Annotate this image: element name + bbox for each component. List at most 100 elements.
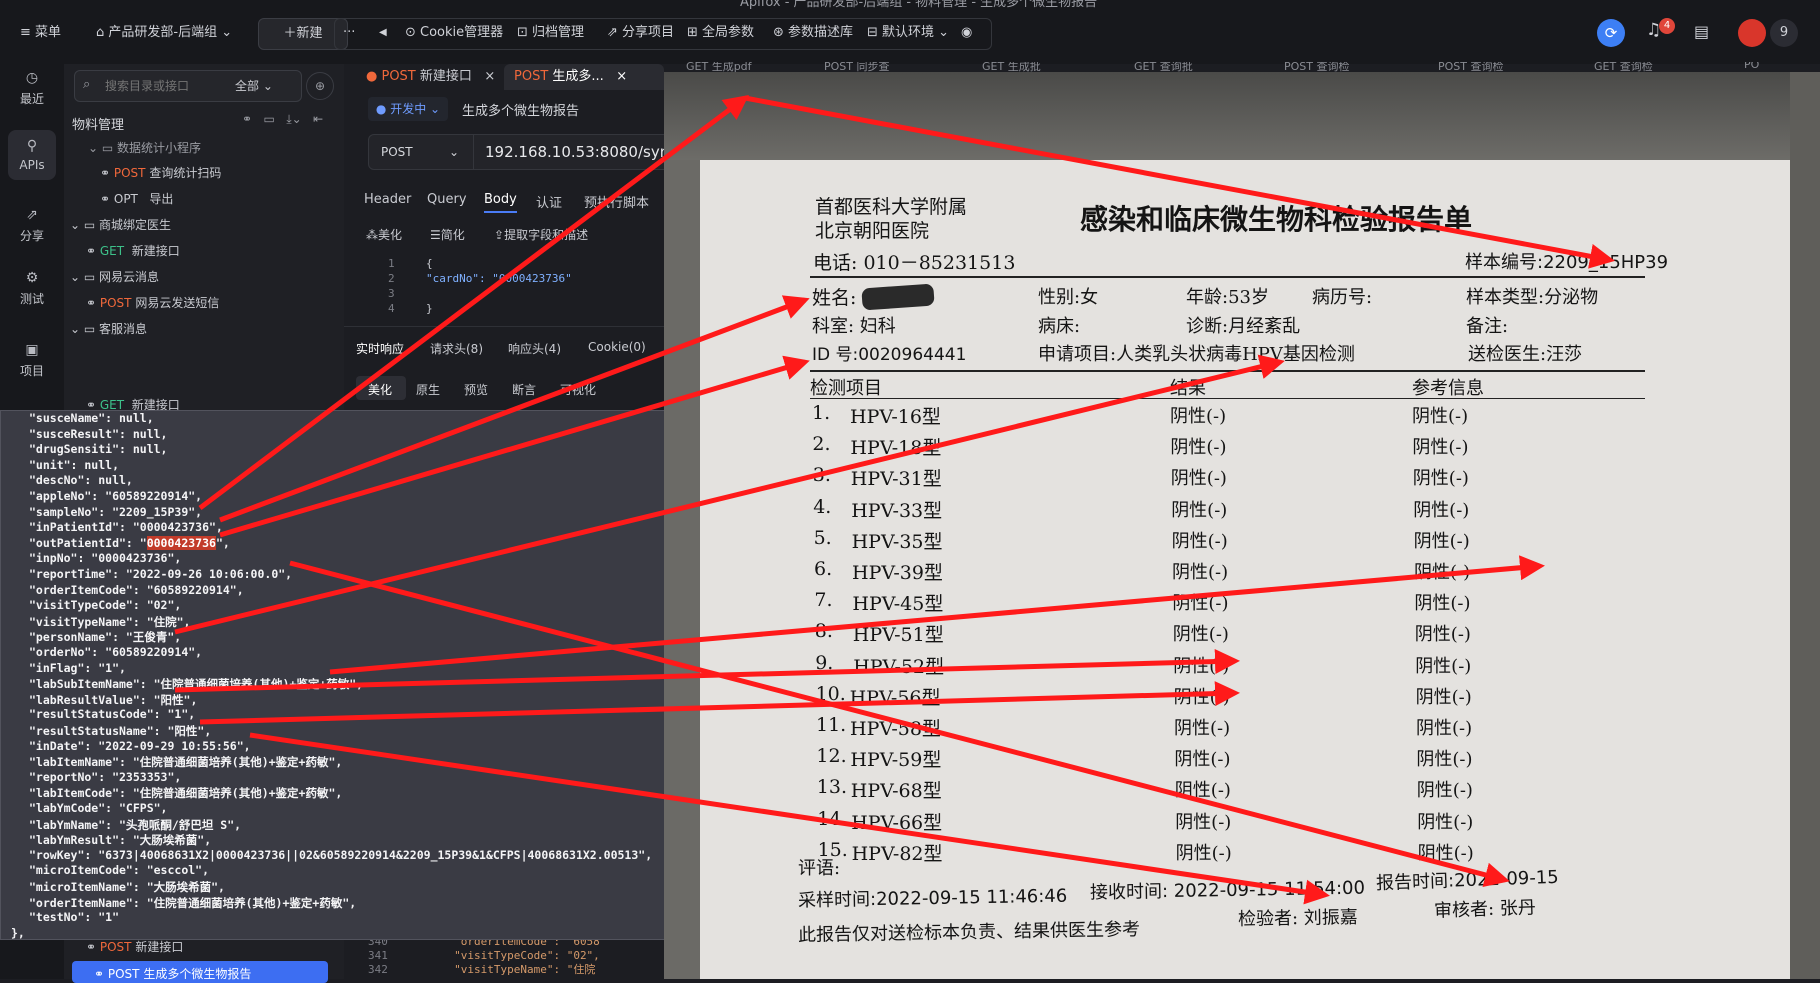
tree-folder[interactable]: ⌄ ▭ 数据统计小程序 (88, 139, 201, 156)
view-tab-assert[interactable]: 断言 (512, 381, 536, 398)
view-tab-beautify[interactable]: 美化 (368, 381, 392, 398)
close-icon[interactable]: × (484, 69, 495, 84)
tree-item[interactable]: ⚭ POST 查询统计扫码 (100, 164, 221, 181)
row-reference: 阴性(-) (1412, 406, 1469, 427)
notification-badge: 4 (1659, 18, 1675, 34)
json-line: "testNo": "1" (29, 910, 120, 925)
extra-count[interactable]: 9 (1770, 19, 1798, 47)
filter-select[interactable]: 全部 ⌄ (235, 77, 273, 94)
folder-icon[interactable]: ▭ (264, 112, 275, 126)
workspace-selector[interactable]: ⌂ 产品研发部-后端组 ⌄ (96, 22, 232, 44)
notes-icon[interactable]: ▤ (1694, 22, 1709, 41)
rail-item-apis[interactable]: ⚲ APIs (8, 130, 56, 180)
tab-live-response[interactable]: 实时响应 (356, 340, 404, 357)
tree-item[interactable]: ⚭ GET 新建接口 (86, 242, 180, 259)
folder-icon: ▭ (83, 218, 100, 232)
status-badge[interactable]: ● 开发中 ⌄ (368, 97, 448, 121)
cookie-manager-button[interactable]: ⊙ Cookie管理器 (405, 22, 503, 44)
sync-icon[interactable]: ⟳ (1597, 19, 1625, 47)
chevron-down-icon: ⌄ (449, 145, 460, 159)
link-icon[interactable]: ⚭ (242, 112, 252, 126)
tab-auth[interactable]: 认证 (536, 192, 562, 211)
tree-item-selected[interactable]: ⚭ POST 生成多个微生物报告 (72, 961, 328, 983)
search-input[interactable] (103, 75, 227, 97)
link-icon: ⚭ (86, 296, 100, 310)
param-library-button[interactable]: ⊛ 参数描述库 (773, 22, 853, 44)
bg-tab[interactable]: PO (1744, 62, 1759, 71)
close-icon[interactable]: × (616, 69, 627, 84)
eye-icon[interactable]: ◉ (961, 22, 972, 44)
body-editor[interactable]: {"cardNo": "0000423736"} (426, 256, 572, 316)
row-reference: 阴性(-) (1413, 530, 1470, 552)
share-project-button[interactable]: ⇗ 分享项目 (607, 22, 674, 44)
json-line: "rowKey": "6373|40068631X2|0000423736||0… (29, 847, 653, 862)
row-result: 阴性(-) (1173, 655, 1230, 677)
tree-item-label: 查询统计扫码 (149, 166, 222, 180)
patient-age: 年龄:53岁 (1186, 287, 1269, 308)
json-line: }, (11, 925, 25, 940)
col-item: 检测项目 (810, 378, 882, 399)
row-number: 4. (813, 495, 832, 518)
tab-query[interactable]: Query (427, 192, 467, 207)
rail-item-share[interactable]: ⇗ 分享 (0, 207, 64, 244)
request-tab-active[interactable]: POST 生成多... × (504, 64, 664, 90)
rail-item-test[interactable]: ⚙ 测试 (0, 270, 64, 307)
rail-item-project[interactable]: ▣ 项目 (0, 342, 64, 379)
sample-number: 样本编号:2209_15HP39 (1465, 252, 1669, 273)
tree-folder[interactable]: ⌄ ▭ 客服消息 (70, 320, 147, 337)
tree-item[interactable]: ⚭ OPT 导出 (100, 190, 173, 207)
link-icon: ⚭ (100, 192, 114, 206)
method-label: POST (381, 145, 413, 159)
more-icon[interactable]: ··· (343, 22, 355, 44)
tab-body[interactable]: Body (484, 192, 517, 213)
method-select[interactable]: POST ⌄ (369, 135, 474, 169)
tab-header[interactable]: Header (364, 192, 411, 207)
extract-label: 提取字段和描述 (504, 228, 589, 242)
photo-edge (1790, 72, 1820, 979)
row-result: 阴性(-) (1173, 686, 1230, 708)
json-line: "unit": null, (29, 457, 120, 472)
tab-request-headers[interactable]: 请求头(8) (430, 340, 483, 357)
simplify-button[interactable]: ☰简化 (430, 226, 465, 243)
tree-folder[interactable]: ⌄ ▭ 商城绑定医生 (70, 216, 171, 233)
request-tab[interactable]: ● POST 新建接口 × (366, 64, 495, 90)
rail-item-recent[interactable]: ◷ 最近 (0, 70, 64, 107)
beautify-button[interactable]: ⁂美化 (366, 226, 402, 243)
tree-item[interactable]: ⚭ POST 网易云发送短信 (86, 294, 219, 311)
row-result: 阴性(-) (1170, 437, 1227, 459)
download-icon[interactable]: ⤓⌄ (286, 112, 301, 126)
unsaved-dot-icon: ● (366, 69, 378, 84)
view-tab-raw[interactable]: 原生 (416, 381, 440, 398)
tab-cookie[interactable]: Cookie(0) (588, 340, 646, 354)
extract-fields-button[interactable]: ⇪提取字段和描述 (494, 226, 588, 243)
remark: 备注: (1466, 316, 1509, 337)
global-params-button[interactable]: ⊞ 全局参数 (687, 22, 754, 44)
plus-icon: ＋ (283, 26, 297, 41)
row-reference: 阴性(-) (1413, 499, 1470, 521)
locate-icon[interactable]: ⊕ (306, 72, 334, 100)
tab-response-headers[interactable]: 响应头(4) (508, 340, 561, 357)
url-input[interactable]: 192.168.10.53:8080/sync (485, 135, 677, 169)
avatar[interactable] (1738, 19, 1766, 47)
tab-pre-script[interactable]: 预执行脚本 (584, 192, 649, 211)
json-line: "labItemName": "住院普通细菌培养(其他)+鉴定+药敏", (29, 755, 343, 770)
menu-button[interactable]: ≡ 菜单 (20, 22, 61, 44)
environment-selector[interactable]: ⊟ 默认环境 ⌄ (867, 22, 949, 44)
tree-item[interactable]: ⚭ POST 新建接口 (86, 938, 183, 955)
sending-doctor: 送检医生:汪莎 (1468, 344, 1583, 365)
view-tab-visualize[interactable]: 可视化 (560, 381, 596, 398)
row-item: HPV-52型 (853, 655, 945, 678)
row-number: 2. (812, 433, 831, 456)
archive-button[interactable]: ⊡ 归档管理 (517, 22, 584, 44)
view-tab-preview[interactable]: 预览 (464, 381, 488, 398)
method-badge: GET (99, 244, 125, 258)
json-line: "susceResult": null, (29, 426, 168, 441)
collapse-all-icon[interactable]: ⇤ (313, 112, 323, 126)
inspector: 检验者: 刘振嘉 (1237, 906, 1358, 931)
tree-folder[interactable]: ⌄ ▭ 网易云消息 (70, 268, 159, 285)
report-time: 报告时间:2022-09-15 (1375, 866, 1560, 895)
collapse-icon[interactable]: ◀ (379, 22, 387, 44)
code-line: "visitTypeCode": "02", (454, 949, 600, 962)
row-item: HPV-51型 (852, 624, 944, 647)
json-line: "inpNo": "0000423736", (29, 551, 182, 566)
